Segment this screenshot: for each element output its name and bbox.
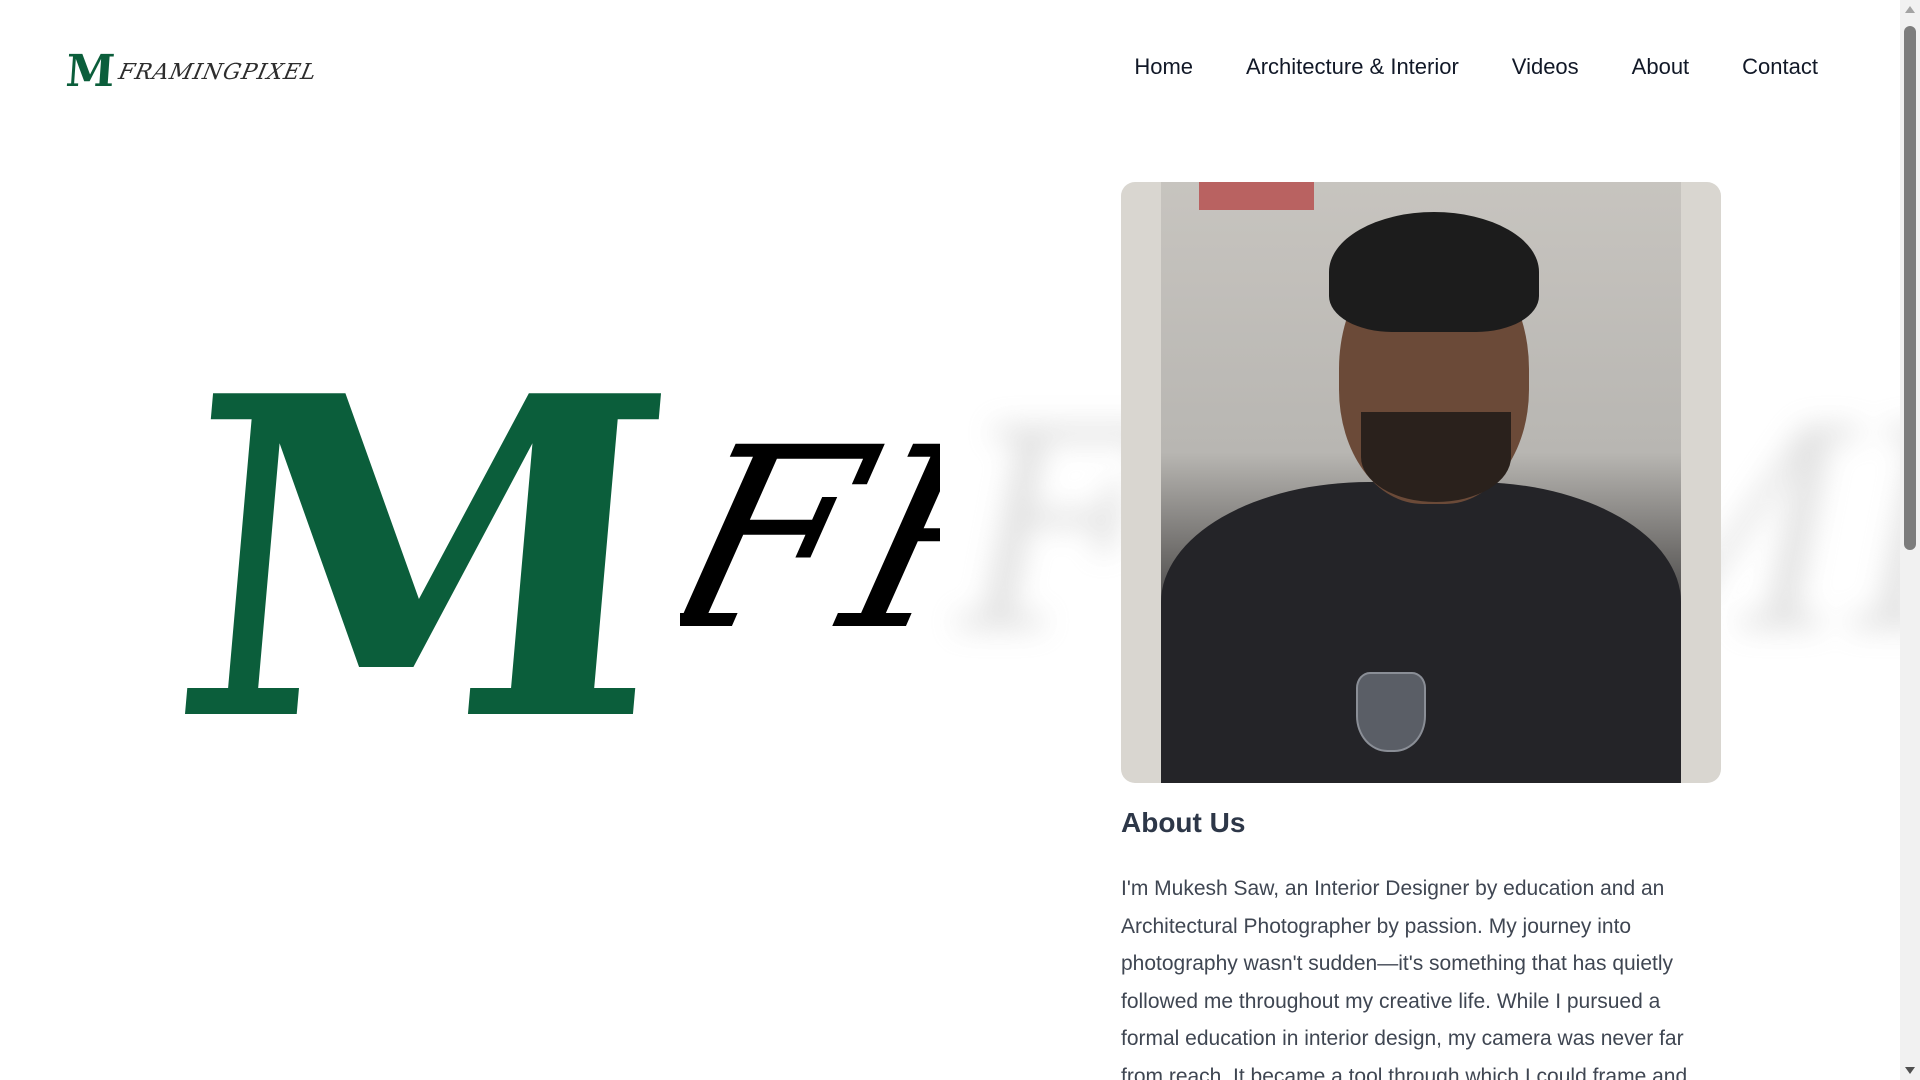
nav-videos[interactable]: Videos xyxy=(1512,54,1579,80)
scroll-down-arrow-icon[interactable] xyxy=(1905,1067,1915,1074)
photo-background-sign xyxy=(1199,182,1314,210)
nav-home[interactable]: Home xyxy=(1134,54,1193,80)
main-nav: Home Architecture & Interior Videos Abou… xyxy=(1134,54,1818,80)
page: M FRAMINGPIXEL Home Architecture & Inter… xyxy=(0,0,1920,1080)
nav-about[interactable]: About xyxy=(1632,54,1690,80)
vertical-scrollbar[interactable] xyxy=(1900,0,1920,1080)
hero-wordmark: FR xyxy=(680,394,940,685)
logo-wordmark: FRAMINGPIXEL xyxy=(116,59,319,85)
photo-shirt xyxy=(1161,482,1681,783)
about-paragraph: I'm Mukesh Saw, an Interior Designer by … xyxy=(1121,877,1688,1080)
photo-shirt-crest xyxy=(1356,672,1426,752)
hero-logo-mark: M xyxy=(157,301,630,818)
site-header: M FRAMINGPIXEL Home Architecture & Inter… xyxy=(0,0,1900,140)
profile-photo xyxy=(1121,182,1721,783)
photo-hair xyxy=(1329,212,1539,332)
about-heading: About Us xyxy=(1121,807,1246,838)
site-logo[interactable]: M FRAMINGPIXEL xyxy=(64,46,319,97)
photo-scene xyxy=(1161,182,1681,783)
nav-architecture-interior[interactable]: Architecture & Interior xyxy=(1246,54,1459,80)
nav-contact[interactable]: Contact xyxy=(1742,54,1818,80)
scroll-up-arrow-icon[interactable] xyxy=(1905,6,1915,13)
scrollbar-thumb[interactable] xyxy=(1904,26,1916,550)
photo-beard xyxy=(1361,412,1511,502)
logo-mark: M xyxy=(64,46,111,97)
hero-wordmark-clip: FR xyxy=(680,390,940,730)
